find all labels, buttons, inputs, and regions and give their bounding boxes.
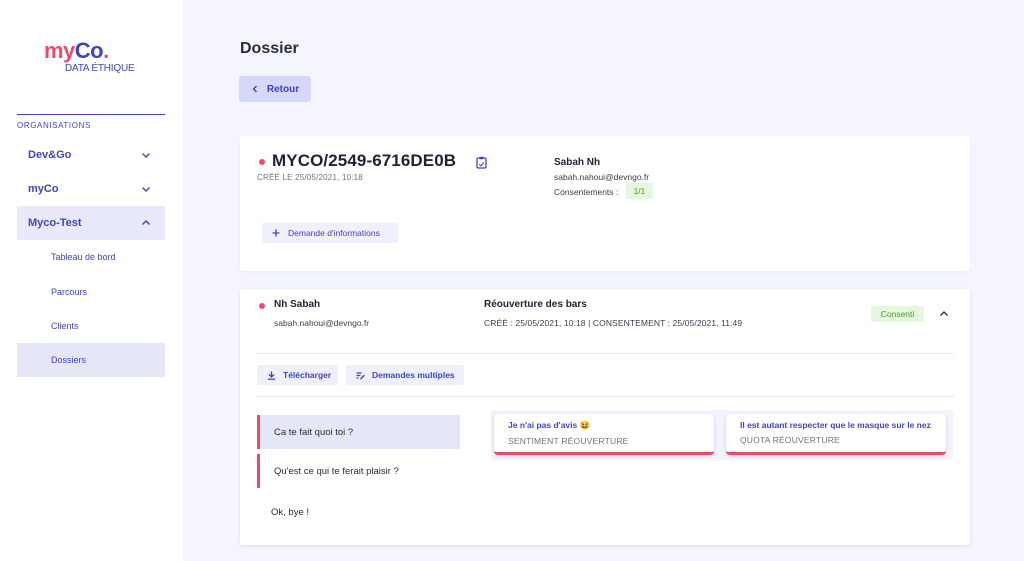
dossier-owner-email: sabah.nahoui@devngo.fr	[554, 172, 650, 182]
dossier-owner-name: Sabah Nh	[554, 157, 601, 168]
divider	[257, 396, 953, 397]
multiple-requests-label: Demandes multiples	[372, 370, 455, 380]
page-title: Dossier	[240, 40, 299, 57]
chevron-down-icon	[142, 187, 150, 192]
answer-label: SENTIMENT RÉOUVERTURE	[508, 436, 629, 446]
request-info-label: Demande d'informations	[288, 228, 380, 238]
download-button-label: Télécharger	[283, 370, 332, 380]
question-item[interactable]: Ca te fait quoi toi ?	[257, 415, 460, 449]
sidebar-item-parcours[interactable]: Parcours	[17, 275, 165, 309]
consent-count-badge: 1/1	[626, 183, 653, 199]
dossier-created-date: CRÉÉ LE 25/05/2021, 10:18	[257, 173, 363, 182]
answer-card[interactable]: Je n'ai pas d'avis 😆 SENTIMENT RÉOUVERTU…	[494, 414, 714, 455]
sidebar-org-label: Myco-Test	[28, 217, 82, 229]
status-dot	[259, 159, 265, 165]
answer-card[interactable]: Il est autant respecter que le masque su…	[726, 414, 946, 455]
answer-value: Il est autant respecter que le masque su…	[740, 420, 931, 430]
answer-value: Je n'ai pas d'avis 😆	[508, 420, 591, 430]
sidebar-item-dossiers[interactable]: Dossiers	[17, 343, 165, 377]
logo-wordmark: myCo.	[44, 38, 109, 63]
logo-tagline: DATA ÉTHIQUE	[65, 63, 135, 74]
question-item[interactable]: Ok, bye !	[257, 495, 460, 529]
dossier-entry-card: Nh Sabah sabah.nahoui@devngo.fr Réouvert…	[240, 289, 970, 545]
chevron-left-icon	[252, 85, 257, 93]
answers-panel: Je n'ai pas d'avis 😆 SENTIMENT RÉOUVERTU…	[491, 410, 953, 460]
sidebar-org-devgo[interactable]: Dev&Go	[17, 138, 165, 172]
divider	[257, 353, 953, 354]
chevron-up-icon	[142, 220, 150, 225]
multiple-requests-button[interactable]: Demandes multiples	[346, 365, 464, 385]
chevron-up-icon[interactable]	[938, 308, 950, 320]
sidebar-divider	[17, 114, 165, 115]
sidebar-org-label: Dev&Go	[28, 149, 72, 161]
entry-client-email: sabah.nahoui@devngo.fr	[274, 318, 370, 328]
edit-list-icon	[356, 371, 365, 379]
entry-client-name: Nh Sabah	[274, 299, 321, 310]
plus-icon	[272, 229, 280, 237]
dossier-summary-card: MYCO/2549-6716DE0B CRÉÉ LE 25/05/2021, 1…	[240, 136, 970, 271]
back-button[interactable]: Retour	[239, 76, 311, 102]
status-badge: Consenti	[871, 306, 924, 322]
sidebar-item-tableau-de-bord[interactable]: Tableau de bord	[17, 240, 165, 274]
sidebar-org-myco-test[interactable]: Myco-Test	[17, 206, 165, 240]
sidebar-org-myco[interactable]: myCo	[17, 172, 165, 206]
chevron-down-icon	[142, 153, 150, 158]
sidebar-item-clients[interactable]: Clients	[17, 309, 165, 343]
sidebar-org-label: myCo	[28, 183, 59, 195]
clipboard-icon[interactable]	[476, 156, 487, 169]
logo[interactable]: myCo. DATA ÉTHIQUE	[44, 38, 144, 78]
consent-label: Consentements :	[554, 187, 619, 197]
dossier-id: MYCO/2549-6716DE0B	[272, 151, 457, 170]
status-dot	[259, 303, 265, 309]
entry-dates: CRÉÉ : 25/05/2021, 10:18 | CONSENTEMENT …	[484, 318, 743, 328]
sidebar: myCo. DATA ÉTHIQUE ORGANISATIONS Dev&Go …	[0, 0, 183, 561]
back-button-label: Retour	[266, 83, 300, 95]
sidebar-section-label: ORGANISATIONS	[17, 121, 91, 130]
download-button[interactable]: Télécharger	[257, 365, 338, 385]
request-info-button[interactable]: Demande d'informations	[262, 223, 398, 243]
question-item[interactable]: Qu'est ce qui te ferait plaisir ?	[257, 454, 460, 488]
entry-parcours-title: Réouverture des bars	[484, 299, 587, 310]
answer-label: QUOTA RÉOUVERTURE	[740, 435, 840, 445]
download-icon	[268, 371, 275, 380]
